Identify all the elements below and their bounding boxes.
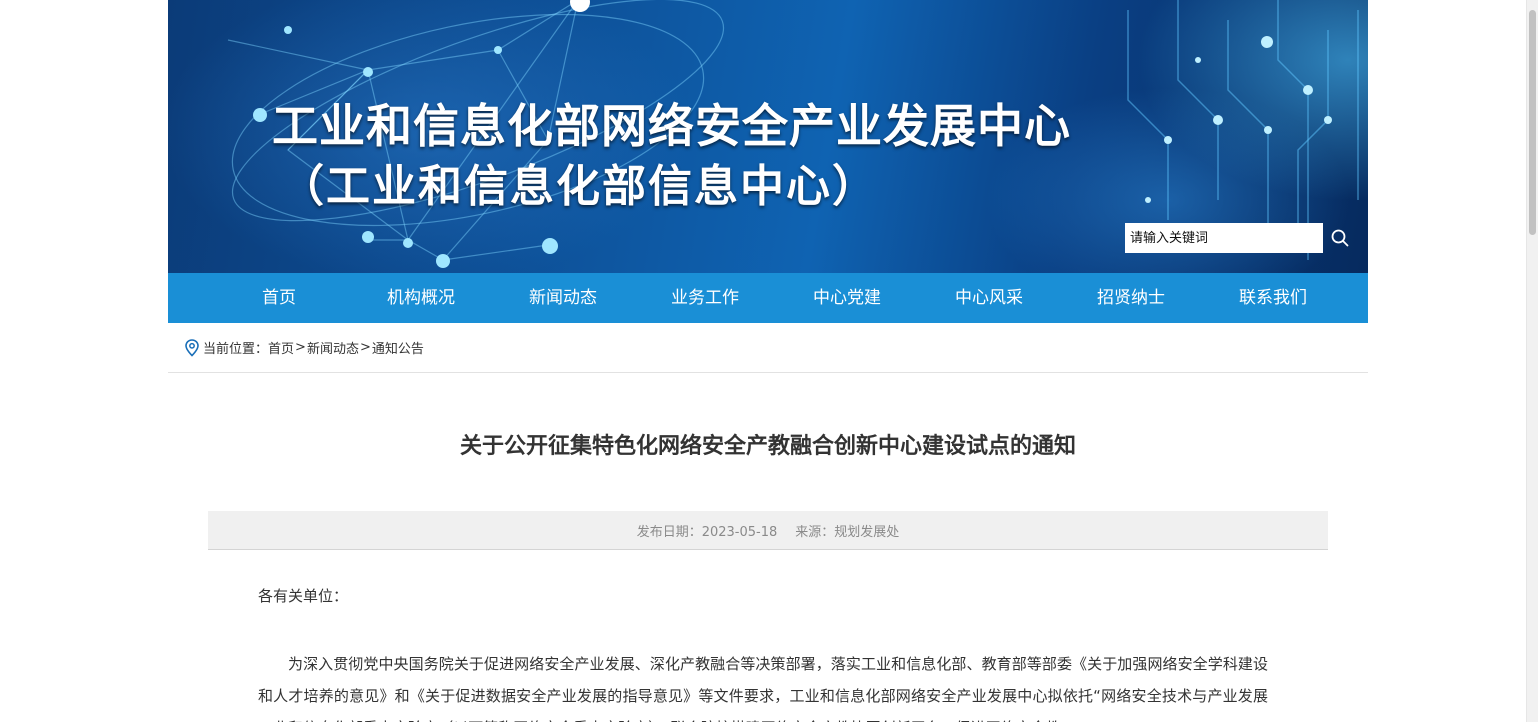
article-meta: 发布日期：2023-05-18 来源：规划发展处: [208, 511, 1328, 550]
article-salutation: 各有关单位：: [258, 587, 349, 605]
breadcrumb-prefix: 当前位置：: [203, 342, 269, 357]
scrollbar-thumb[interactable]: [1529, 10, 1536, 235]
nav-item-about[interactable]: 机构概况: [350, 273, 492, 323]
vertical-scrollbar[interactable]: [1526, 0, 1538, 722]
article-title: 关于公开征集特色化网络安全产教融合创新中心建设试点的通知: [459, 434, 1076, 459]
article-body: 各有关单位： 为深入贯彻党中央国务院关于促进网络安全产业发展、深化产教融合等决策…: [258, 584, 1268, 722]
breadcrumb-separator: >: [295, 340, 306, 355]
page-container: 工业和信息化部网络安全产业发展中心 （工业和信息化部信息中心） 首页 机构概况 …: [168, 0, 1368, 722]
search-button[interactable]: [1325, 223, 1355, 253]
nav-item-business[interactable]: 业务工作: [634, 273, 776, 323]
page: 工业和信息化部网络安全产业发展中心 （工业和信息化部信息中心） 首页 机构概况 …: [0, 0, 1538, 722]
publish-date: 发布日期：2023-05-18: [636, 524, 778, 540]
article-paragraph: 为深入贯彻党中央国务院关于促进网络安全产业发展、深化产教融合等决策部署，落实工业…: [258, 655, 1268, 722]
search-icon: [1331, 229, 1349, 247]
main-nav: 首页 机构概况 新闻动态 业务工作 中心党建 中心风采 招贤纳士 联系我们: [168, 273, 1368, 323]
nav-item-home[interactable]: 首页: [208, 273, 350, 323]
breadcrumb-link-notices[interactable]: 通知公告: [372, 338, 424, 357]
nav-item-party[interactable]: 中心党建: [776, 273, 918, 323]
nav-item-gallery[interactable]: 中心风采: [918, 273, 1060, 323]
breadcrumb-link-news[interactable]: 新闻动态: [307, 338, 359, 357]
site-subtitle: （工业和信息化部信息中心）: [280, 161, 878, 212]
breadcrumb-separator: >: [359, 340, 371, 355]
nav-item-contact[interactable]: 联系我们: [1202, 273, 1344, 323]
search-box: [1125, 223, 1357, 253]
location-pin-icon: [184, 338, 200, 357]
search-input[interactable]: [1125, 223, 1323, 253]
header-banner: 工业和信息化部网络安全产业发展中心 （工业和信息化部信息中心）: [168, 0, 1368, 273]
site-title: 工业和信息化部网络安全产业发展中心: [272, 99, 1071, 153]
nav-item-careers[interactable]: 招贤纳士: [1060, 273, 1202, 323]
article-source: 来源：规划发展处: [795, 524, 900, 540]
breadcrumb-link-home[interactable]: 首页: [268, 338, 294, 357]
breadcrumb: 当前位置： 首页 > 新闻动态 > 通知公告: [168, 323, 1368, 373]
nav-item-news[interactable]: 新闻动态: [492, 273, 634, 323]
